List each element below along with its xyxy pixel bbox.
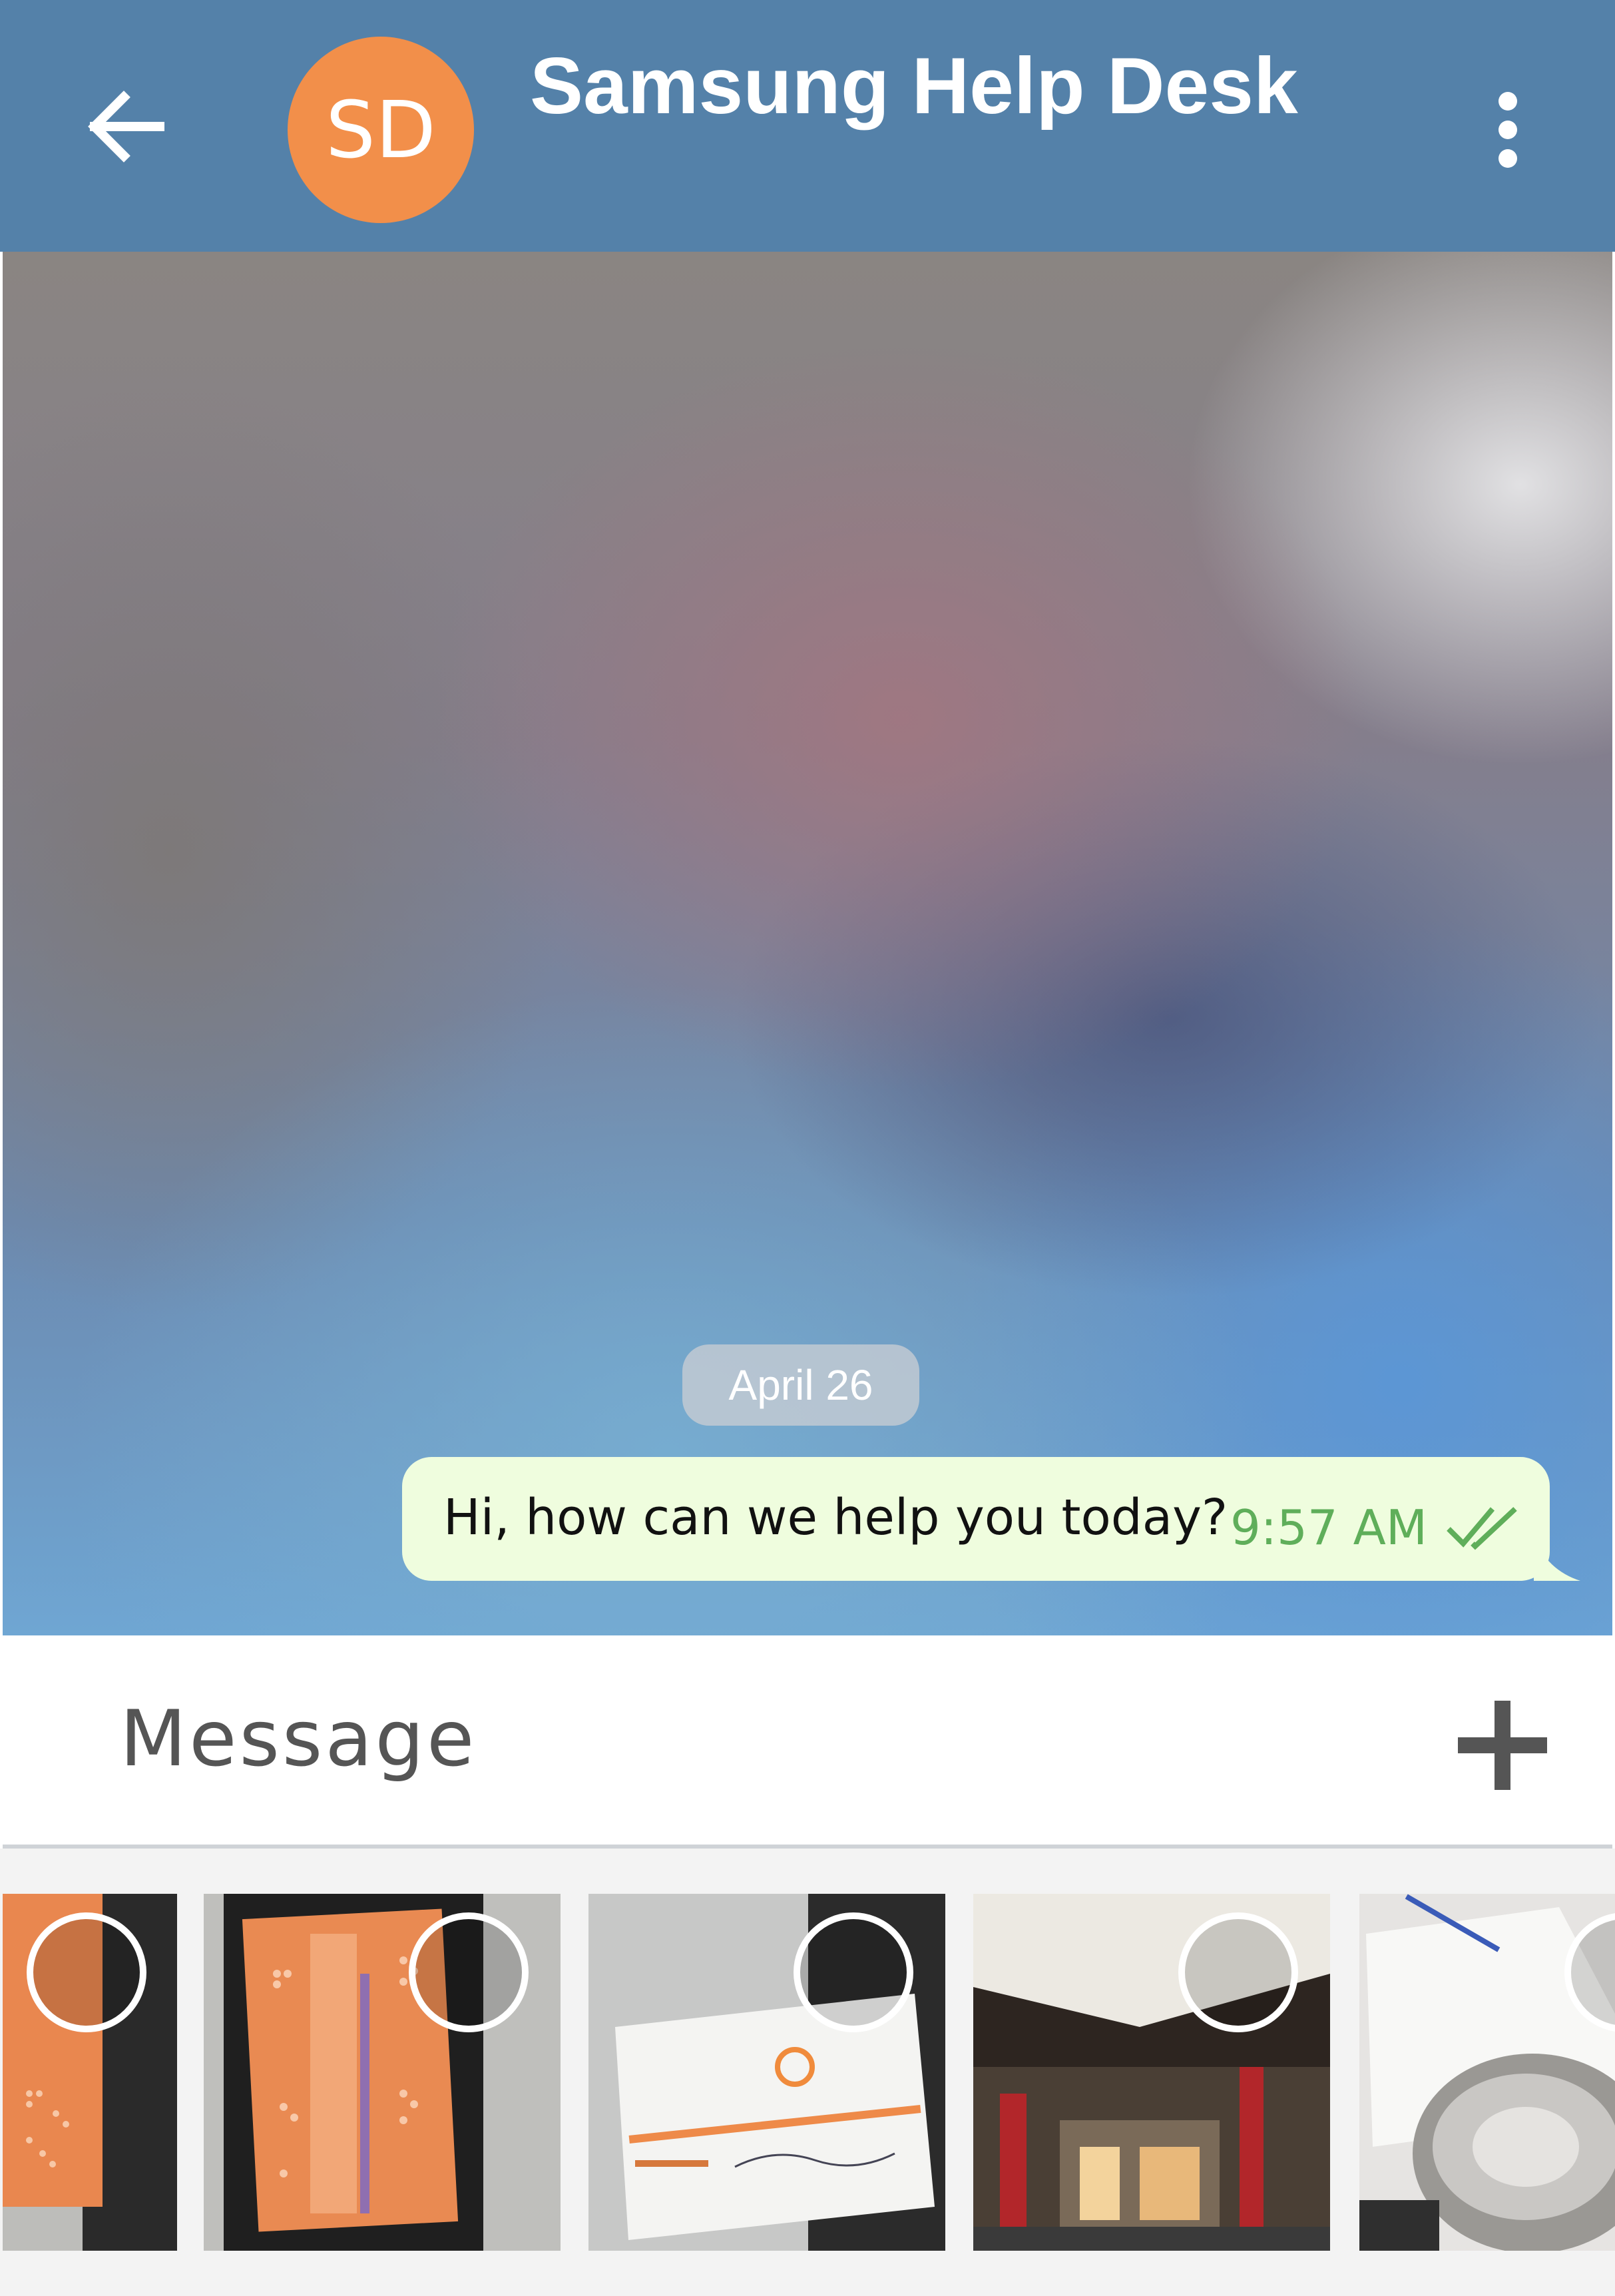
message-time: 9:57 AM	[1230, 1500, 1427, 1556]
bubble-tail	[1534, 1537, 1580, 1581]
attach-button[interactable]	[1453, 1695, 1552, 1795]
select-circle-icon[interactable]	[409, 1912, 529, 2032]
select-circle-icon[interactable]	[27, 1912, 146, 2032]
more-vertical-icon	[1499, 92, 1517, 168]
app-header: SD Samsung Help Desk	[0, 0, 1615, 252]
gallery-photo[interactable]	[204, 1894, 561, 2251]
gallery-photo[interactable]	[1359, 1894, 1615, 2251]
select-circle-icon[interactable]	[794, 1912, 913, 2032]
back-button[interactable]	[80, 87, 173, 166]
arrow-left-icon	[88, 91, 164, 162]
chat-title[interactable]: Samsung Help Desk	[530, 40, 1298, 132]
message-text: Hi, how can we help you today?	[443, 1489, 1228, 1546]
avatar[interactable]: SD	[288, 37, 474, 223]
date-separator: April 26	[682, 1344, 919, 1426]
gallery-photo[interactable]	[588, 1894, 945, 2251]
message-bubble-outgoing[interactable]: Hi, how can we help you today? 9:57 AM	[402, 1457, 1550, 1581]
chat-area[interactable]: April 26 Hi, how can we help you today? …	[3, 252, 1612, 1635]
select-circle-icon[interactable]	[1178, 1912, 1298, 2032]
plus-icon	[1458, 1701, 1547, 1790]
message-composer	[3, 1635, 1612, 1849]
gallery-photo[interactable]	[3, 1894, 177, 2251]
gallery-photo[interactable]	[973, 1894, 1330, 2251]
double-check-icon	[1447, 1507, 1517, 1550]
photo-gallery[interactable]	[0, 1849, 1615, 2296]
avatar-initials: SD	[326, 84, 436, 176]
more-options-button[interactable]	[1481, 87, 1534, 173]
message-input[interactable]	[120, 1682, 1385, 1795]
